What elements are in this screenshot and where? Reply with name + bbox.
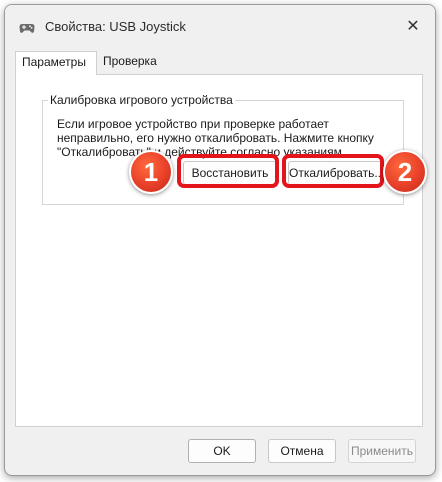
- tab-panel-parameters: Калибровка игрового устройства Если игро…: [15, 74, 423, 427]
- calibration-description: Если игровое устройство при проверке раб…: [57, 117, 374, 159]
- properties-dialog: Свойства: USB Joystick ✕ Параметры Прове…: [4, 4, 436, 476]
- tab-test[interactable]: Проверка: [97, 51, 157, 73]
- tab-parameters[interactable]: Параметры: [15, 51, 97, 75]
- close-button[interactable]: ✕: [403, 17, 423, 37]
- cancel-button[interactable]: Отмена: [268, 439, 336, 463]
- apply-button[interactable]: Применить: [348, 439, 416, 463]
- step-marker-1: 1: [129, 150, 173, 194]
- restore-button-highlight: [177, 154, 279, 188]
- calibrate-button-highlight: [282, 154, 384, 188]
- calibration-group-title: Калибровка игрового устройства: [48, 93, 235, 107]
- step-marker-2: 2: [383, 150, 427, 194]
- window-title: Свойства: USB Joystick: [45, 19, 186, 34]
- gamepad-icon: [19, 24, 35, 33]
- calibration-group: Калибровка игрового устройства Если игро…: [42, 93, 404, 205]
- close-icon: ✕: [406, 18, 420, 35]
- title-bar: Свойства: USB Joystick ✕: [5, 5, 435, 49]
- ok-button[interactable]: OK: [188, 439, 256, 463]
